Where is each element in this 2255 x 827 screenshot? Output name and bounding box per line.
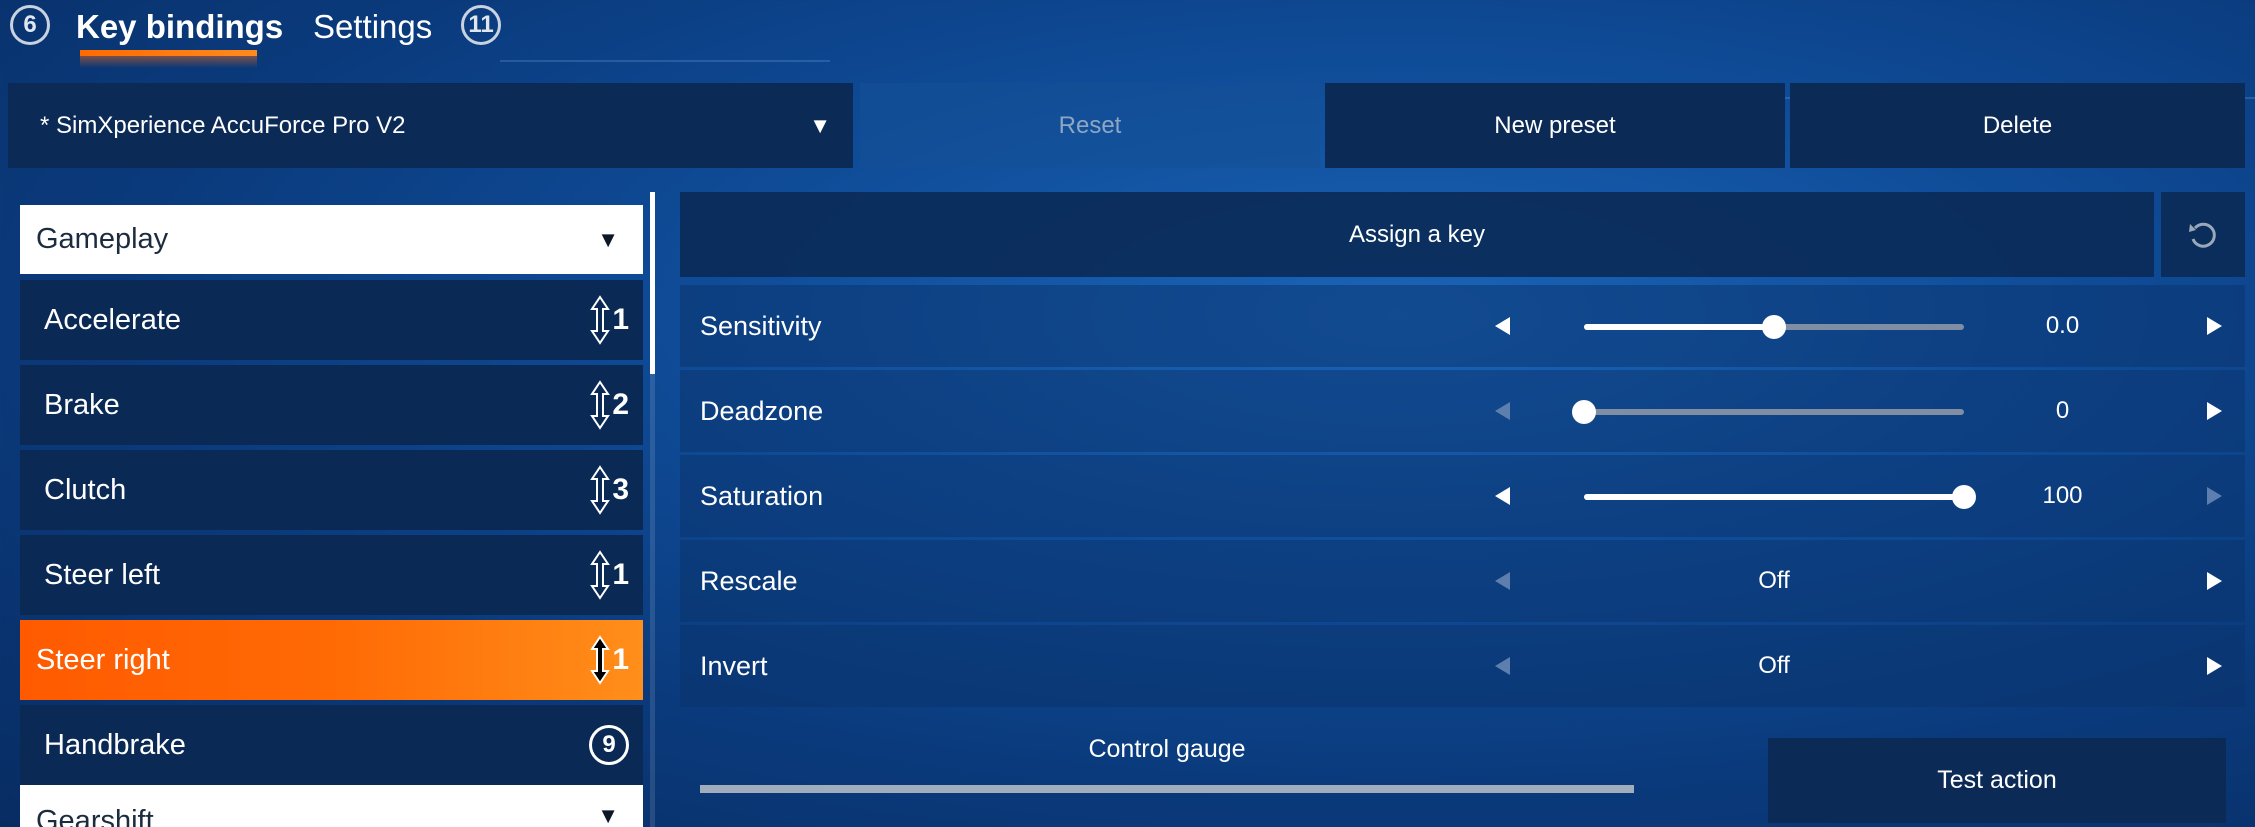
category-gearshift-dropdown[interactable]: Gearshift ▼ — [20, 785, 643, 827]
axis-icon — [590, 465, 611, 515]
axis-number: 1 — [612, 643, 629, 676]
top-tab-bar: 6 Key bindings Settings 11 — [0, 0, 2255, 68]
setting-label: Sensitivity — [700, 311, 822, 341]
setting-row-saturation: Saturation 100 — [680, 455, 2245, 537]
new-preset-button[interactable]: New preset — [1325, 83, 1785, 168]
setting-value: Off — [1758, 652, 1790, 679]
next-tab-shortcut-badge[interactable]: 11 — [461, 5, 501, 45]
category-label: Gameplay — [36, 223, 169, 255]
decrease-arrow-icon[interactable] — [1483, 561, 1523, 601]
slider-knob[interactable] — [1952, 485, 1976, 509]
slider-fill — [1584, 494, 1964, 500]
control-gauge-label: Control gauge — [1088, 735, 1246, 763]
decrease-arrow-icon[interactable] — [1483, 476, 1523, 516]
increase-arrow-icon[interactable] — [2194, 561, 2234, 601]
binding-row-steer-left[interactable]: Steer left 1 — [20, 535, 643, 615]
binding-label: Steer right — [36, 643, 170, 676]
binding-label: Clutch — [44, 473, 127, 506]
setting-label: Saturation — [700, 481, 824, 511]
decrease-arrow-icon[interactable] — [1483, 391, 1523, 431]
setting-slider[interactable] — [1572, 400, 1964, 424]
category-gameplay-dropdown[interactable]: Gameplay ▼ — [20, 205, 643, 274]
binding-label: Accelerate — [44, 303, 182, 336]
decrease-arrow-icon[interactable] — [1483, 306, 1523, 346]
binding-label: Handbrake — [44, 728, 186, 761]
axis-number: 1 — [612, 558, 629, 591]
axis-binding-badge: 1 — [590, 634, 629, 686]
reset-button[interactable]: Reset — [860, 83, 1320, 168]
increase-arrow-icon[interactable] — [2194, 476, 2234, 516]
setting-value: 0.0 — [2045, 312, 2080, 339]
button-binding-badge: 9 — [589, 725, 629, 765]
delete-button[interactable]: Delete — [1790, 83, 2245, 168]
control-gauge-bar — [700, 785, 1634, 793]
setting-slider[interactable] — [1584, 485, 1976, 509]
prev-tab-shortcut-badge[interactable]: 6 — [10, 5, 50, 45]
binding-row-accelerate[interactable]: Accelerate 1 — [20, 280, 643, 360]
setting-row-deadzone: Deadzone 0 — [680, 370, 2245, 452]
increase-arrow-icon[interactable] — [2194, 306, 2234, 346]
setting-label: Invert — [700, 651, 768, 681]
setting-row-sensitivity: Sensitivity 0.0 — [680, 285, 2245, 367]
axis-number: 3 — [612, 473, 629, 506]
category-label: Gearshift — [36, 805, 154, 827]
test-action-button[interactable]: Test action — [1768, 738, 2226, 823]
slider-knob[interactable] — [1572, 400, 1596, 424]
setting-label: Rescale — [700, 566, 798, 596]
setting-row-invert: Invert Off — [680, 625, 2245, 707]
axis-icon — [590, 380, 611, 430]
setting-label: Deadzone — [700, 396, 824, 426]
setting-value: Off — [1758, 567, 1790, 594]
slider-knob[interactable] — [1762, 315, 1786, 339]
preset-dropdown-value: * SimXperience AccuForce Pro V2 — [40, 111, 406, 139]
chevron-down-icon: ▼ — [809, 113, 831, 138]
binding-label: Brake — [44, 388, 120, 421]
active-tab-glow — [80, 56, 257, 68]
axis-icon — [590, 550, 611, 600]
binding-label: Steer left — [44, 558, 161, 591]
axis-binding-badge: 1 — [590, 549, 629, 601]
binding-row-clutch[interactable]: Clutch 3 — [20, 450, 643, 530]
tab-settings[interactable]: Settings — [313, 4, 432, 50]
binding-row-steer-right[interactable]: Steer right 1 — [20, 620, 643, 700]
axis-binding-badge: 3 — [590, 464, 629, 516]
preset-dropdown[interactable]: * SimXperience AccuForce Pro V2 ▼ — [8, 83, 853, 168]
undo-button[interactable] — [2161, 192, 2245, 277]
setting-slider[interactable] — [1584, 315, 1964, 339]
axis-binding-badge: 1 — [590, 294, 629, 346]
chevron-down-icon: ▼ — [597, 803, 619, 827]
axis-number: 2 — [612, 388, 629, 421]
increase-arrow-icon[interactable] — [2194, 391, 2234, 431]
undo-icon — [2189, 222, 2216, 248]
chevron-down-icon: ▼ — [597, 226, 619, 252]
tab-key-bindings[interactable]: Key bindings — [76, 4, 283, 50]
scrollbar-thumb[interactable] — [650, 192, 655, 374]
binding-row-brake[interactable]: Brake 2 — [20, 365, 643, 445]
axis-icon — [590, 295, 611, 345]
setting-value: 100 — [2042, 482, 2083, 509]
axis-icon — [590, 635, 611, 685]
assign-key-button[interactable]: Assign a key — [680, 192, 2154, 277]
background-line — [500, 60, 830, 62]
decrease-arrow-icon[interactable] — [1483, 646, 1523, 686]
binding-row-handbrake[interactable]: Handbrake 9 — [20, 705, 643, 785]
axis-binding-badge: 2 — [590, 379, 629, 431]
slider-fill — [1584, 324, 1774, 330]
setting-value: 0 — [2055, 397, 2070, 424]
setting-row-rescale: Rescale Off — [680, 540, 2245, 622]
increase-arrow-icon[interactable] — [2194, 646, 2234, 686]
axis-number: 1 — [612, 303, 629, 336]
